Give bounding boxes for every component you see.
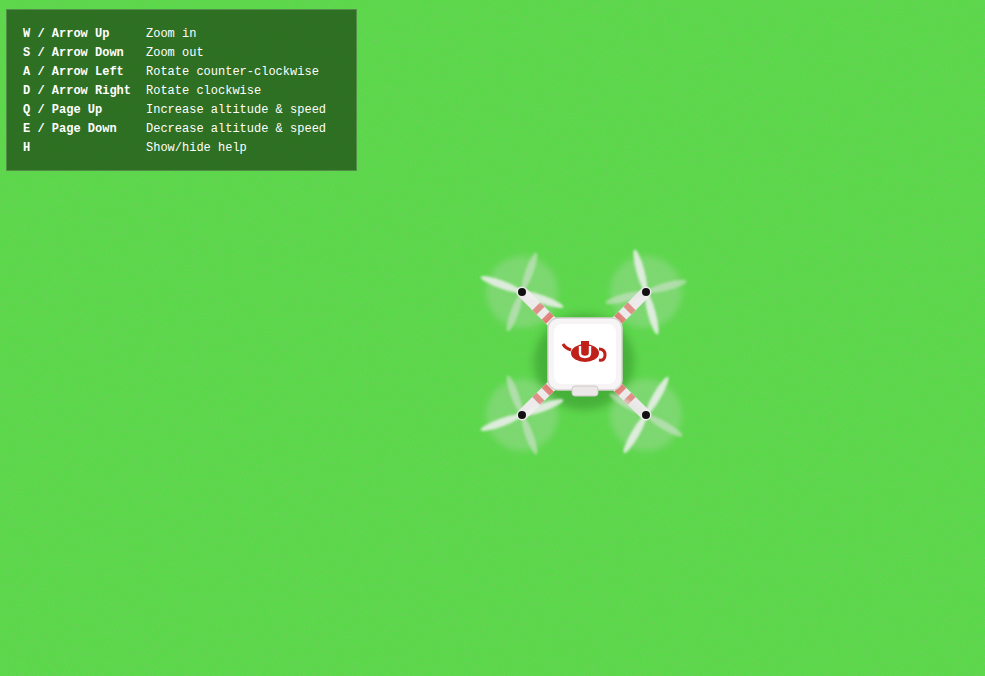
shortcut-row: D / Arrow Right Rotate clockwise (23, 82, 346, 101)
logo-icon (563, 341, 605, 362)
shortcut-key: S / Arrow Down (23, 44, 146, 63)
shortcut-key: E / Page Down (23, 120, 146, 139)
shortcut-action: Decrease altitude & speed (146, 120, 326, 139)
shortcut-key: Q / Page Up (23, 101, 146, 120)
shortcut-key: H (23, 139, 146, 158)
propeller-icon (466, 237, 577, 346)
shortcut-row: A / Arrow Left Rotate counter-clockwise (23, 63, 346, 82)
shortcut-action: Increase altitude & speed (146, 101, 326, 120)
drone-icon (452, 222, 716, 486)
shortcut-row: E / Page Down Decrease altitude & speed (23, 120, 346, 139)
shortcut-action: Zoom in (146, 25, 196, 44)
propeller-icon (594, 239, 698, 346)
shortcut-key: W / Arrow Up (23, 25, 146, 44)
shortcut-action: Rotate counter-clockwise (146, 63, 319, 82)
shortcut-row: S / Arrow Down Zoom out (23, 44, 346, 63)
shortcut-key: A / Arrow Left (23, 63, 146, 82)
shortcut-row: Q / Page Up Increase altitude & speed (23, 101, 346, 120)
help-panel: W / Arrow Up Zoom inS / Arrow Down Zoom … (6, 9, 357, 171)
shortcut-key: D / Arrow Right (23, 82, 146, 101)
propeller-icon (588, 356, 705, 474)
propeller-icon (466, 360, 577, 469)
shortcut-row: W / Arrow Up Zoom in (23, 25, 346, 44)
shortcut-action: Show/hide help (146, 139, 247, 158)
shortcut-action: Zoom out (146, 44, 204, 63)
shortcut-row: H Show/hide help (23, 139, 346, 158)
simulator-viewport[interactable]: W / Arrow Up Zoom inS / Arrow Down Zoom … (0, 0, 985, 676)
shortcut-action: Rotate clockwise (146, 82, 261, 101)
